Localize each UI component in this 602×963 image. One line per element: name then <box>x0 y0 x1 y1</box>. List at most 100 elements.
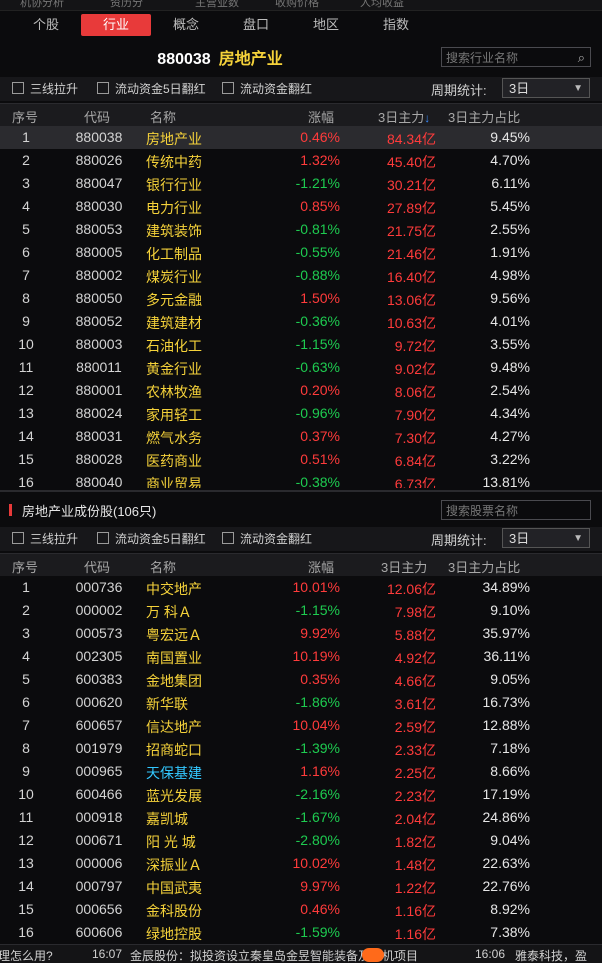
table-row[interactable]: 5 880053 建筑装饰 -0.81% 21.75亿 2.55% <box>0 218 602 241</box>
row-main-amount: 21.75亿 <box>386 223 436 239</box>
col-no[interactable]: 序号 <box>12 107 38 126</box>
table-row[interactable]: 16 600606 绿地控股 -1.59% 1.16亿 7.38% <box>0 921 602 942</box>
table-row[interactable]: 9 000965 天保基建 1.16% 2.25亿 8.66% <box>0 760 602 783</box>
row-change: 9.97% <box>300 878 340 894</box>
stock-col-code[interactable]: 代码 <box>84 557 110 576</box>
table-row[interactable]: 11 000918 嘉凯城 -1.67% 2.04亿 24.86% <box>0 806 602 829</box>
stock-filter-checkbox-fund-5day[interactable] <box>97 532 109 544</box>
table-row[interactable]: 10 880003 石油化工 -1.15% 9.72亿 3.55% <box>0 333 602 356</box>
table-row[interactable]: 7 880002 煤炭行业 -0.88% 16.40亿 4.98% <box>0 264 602 287</box>
row-code: 880031 <box>75 428 123 444</box>
col-code[interactable]: 代码 <box>84 107 110 126</box>
news-ticker[interactable]: 理怎么用? 16:07 金辰股份：拟投资设立秦皇岛金昱智能装备及压机项目 16:… <box>0 944 602 963</box>
ticker-left-text[interactable]: 理怎么用? <box>0 947 53 963</box>
row-change: -2.80% <box>295 832 340 848</box>
industry-filter-bar: 三线拉升 流动资金5日翻红 流动资金翻红 周期统计: 3日 ▼ <box>0 77 602 101</box>
row-change: 0.51% <box>300 451 340 467</box>
table-row[interactable]: 6 880005 化工制品 -0.55% 21.46亿 1.91% <box>0 241 602 264</box>
row-name: 南国置业 <box>146 650 202 666</box>
tab-handicap[interactable]: 盘口 <box>224 14 288 36</box>
stock-filter-label-fund-5day: 流动资金5日翻红 <box>115 532 206 546</box>
section-divider <box>0 490 602 492</box>
row-main-ratio: 2.55% <box>490 221 530 237</box>
industry-name: 房地产业 <box>218 51 283 68</box>
filter-checkbox-fund-5day[interactable] <box>97 82 109 94</box>
table-row[interactable]: 12 880001 农林牧渔 0.20% 8.06亿 2.54% <box>0 379 602 402</box>
stock-col-ratio[interactable]: 3日主力占比 <box>448 557 520 576</box>
table-row[interactable]: 15 000656 金科股份 0.46% 1.16亿 8.92% <box>0 898 602 921</box>
table-row[interactable]: 13 880024 家用轻工 -0.96% 7.90亿 4.34% <box>0 402 602 425</box>
tab-concept[interactable]: 概念 <box>154 14 218 36</box>
table-row[interactable]: 11 880011 黄金行业 -0.63% 9.02亿 9.48% <box>0 356 602 379</box>
row-number: 7 <box>22 267 30 283</box>
table-row[interactable]: 4 002305 南国置业 10.19% 4.92亿 36.11% <box>0 645 602 668</box>
col-name[interactable]: 名称 <box>150 107 176 126</box>
stock-filter-checkbox-fund-red[interactable] <box>222 532 234 544</box>
tab-stock[interactable]: 个股 <box>14 14 78 36</box>
table-row[interactable]: 8 001979 招商蛇口 -1.39% 2.33亿 7.18% <box>0 737 602 760</box>
row-number: 12 <box>18 382 34 398</box>
tab-index[interactable]: 指数 <box>364 14 428 36</box>
search-icon[interactable]: ⌕ <box>578 48 585 68</box>
row-change: -1.59% <box>295 924 340 940</box>
filter-label-fund-red: 流动资金翻红 <box>240 82 313 96</box>
table-row[interactable]: 2 000002 万 科Ａ -1.15% 7.98亿 9.10% <box>0 599 602 622</box>
filter-checkbox-three-line[interactable] <box>12 82 24 94</box>
row-code: 000573 <box>75 625 123 641</box>
table-row[interactable]: 15 880028 医药商业 0.51% 6.84亿 3.22% <box>0 448 602 471</box>
stock-filter-checkbox-three-line[interactable] <box>12 532 24 544</box>
row-main-amount: 8.06亿 <box>394 384 436 400</box>
ticker-right-news[interactable]: 雅泰科技，盈 <box>515 947 587 963</box>
table-row[interactable]: 3 880047 银行行业 -1.21% 30.21亿 6.11% <box>0 172 602 195</box>
table-row[interactable]: 13 000006 深振业Ａ 10.02% 1.48亿 22.63% <box>0 852 602 875</box>
col-main[interactable]: 3日主力↓ <box>378 107 430 126</box>
table-row[interactable]: 16 880040 商业贸易 -0.38% 6.73亿 13.81% <box>0 471 602 488</box>
table-row[interactable]: 10 600466 蓝光发展 -2.16% 2.23亿 17.19% <box>0 783 602 806</box>
row-main-amount: 4.92亿 <box>394 650 436 666</box>
table-row[interactable]: 5 600383 金地集团 0.35% 4.66亿 9.05% <box>0 668 602 691</box>
row-name: 房地产业 <box>146 131 202 147</box>
row-code: 000918 <box>75 809 123 825</box>
stock-col-change[interactable]: 涨幅 <box>308 557 334 576</box>
row-change: -1.39% <box>295 740 340 756</box>
stock-filter-bar: 三线拉升 流动资金5日翻红 流动资金翻红 周期统计: 3日 ▼ <box>0 527 602 551</box>
row-number: 6 <box>22 244 30 260</box>
row-code: 000736 <box>75 579 123 595</box>
row-main-amount: 3.61亿 <box>394 696 436 712</box>
stock-col-no[interactable]: 序号 <box>12 557 38 576</box>
row-main-ratio: 17.19% <box>482 786 530 802</box>
table-row[interactable]: 1 000736 中交地产 10.01% 12.06亿 34.89% <box>0 576 602 599</box>
table-row[interactable]: 6 000620 新华联 -1.86% 3.61亿 16.73% <box>0 691 602 714</box>
row-code: 880040 <box>75 474 123 488</box>
table-row[interactable]: 8 880050 多元金融 1.50% 13.06亿 9.56% <box>0 287 602 310</box>
row-code: 880011 <box>76 359 122 375</box>
table-row[interactable]: 14 880031 燃气水务 0.37% 7.30亿 4.27% <box>0 425 602 448</box>
row-number: 8 <box>22 290 30 306</box>
row-main-ratio: 36.11% <box>483 648 530 664</box>
filter-checkbox-fund-red[interactable] <box>222 82 234 94</box>
row-number: 10 <box>18 786 34 802</box>
row-number: 8 <box>22 740 30 756</box>
tab-region[interactable]: 地区 <box>294 14 358 36</box>
row-main-amount: 1.16亿 <box>394 903 436 919</box>
row-main-amount: 1.82亿 <box>394 834 436 850</box>
stock-period-select[interactable]: 3日 ▼ <box>502 528 590 548</box>
tab-industry[interactable]: 行业 <box>81 14 151 36</box>
table-row[interactable]: 1 880038 房地产业 0.46% 84.34亿 9.45% <box>0 126 602 149</box>
table-row[interactable]: 14 000797 中国武夷 9.97% 1.22亿 22.76% <box>0 875 602 898</box>
table-row[interactable]: 2 880026 传统中药 1.32% 45.40亿 4.70% <box>0 149 602 172</box>
table-row[interactable]: 4 880030 电力行业 0.85% 27.89亿 5.45% <box>0 195 602 218</box>
industry-search-input[interactable]: 搜索行业名称 ⌕ <box>441 47 591 67</box>
stock-search-input[interactable]: 搜索股票名称 <box>441 500 591 520</box>
col-change[interactable]: 涨幅 <box>308 107 334 126</box>
col-ratio[interactable]: 3日主力占比 <box>448 107 520 126</box>
row-number: 11 <box>18 359 34 375</box>
table-row[interactable]: 3 000573 粤宏远Ａ 9.92% 5.88亿 35.97% <box>0 622 602 645</box>
table-row[interactable]: 7 600657 信达地产 10.04% 2.59亿 12.88% <box>0 714 602 737</box>
stock-col-main[interactable]: 3日主力 <box>381 557 427 576</box>
table-row[interactable]: 12 000671 阳 光 城 -2.80% 1.82亿 9.04% <box>0 829 602 852</box>
row-main-ratio: 24.86% <box>482 809 530 825</box>
stock-col-name[interactable]: 名称 <box>150 557 176 576</box>
table-row[interactable]: 9 880052 建筑建材 -0.36% 10.63亿 4.01% <box>0 310 602 333</box>
period-select[interactable]: 3日 ▼ <box>502 78 590 98</box>
